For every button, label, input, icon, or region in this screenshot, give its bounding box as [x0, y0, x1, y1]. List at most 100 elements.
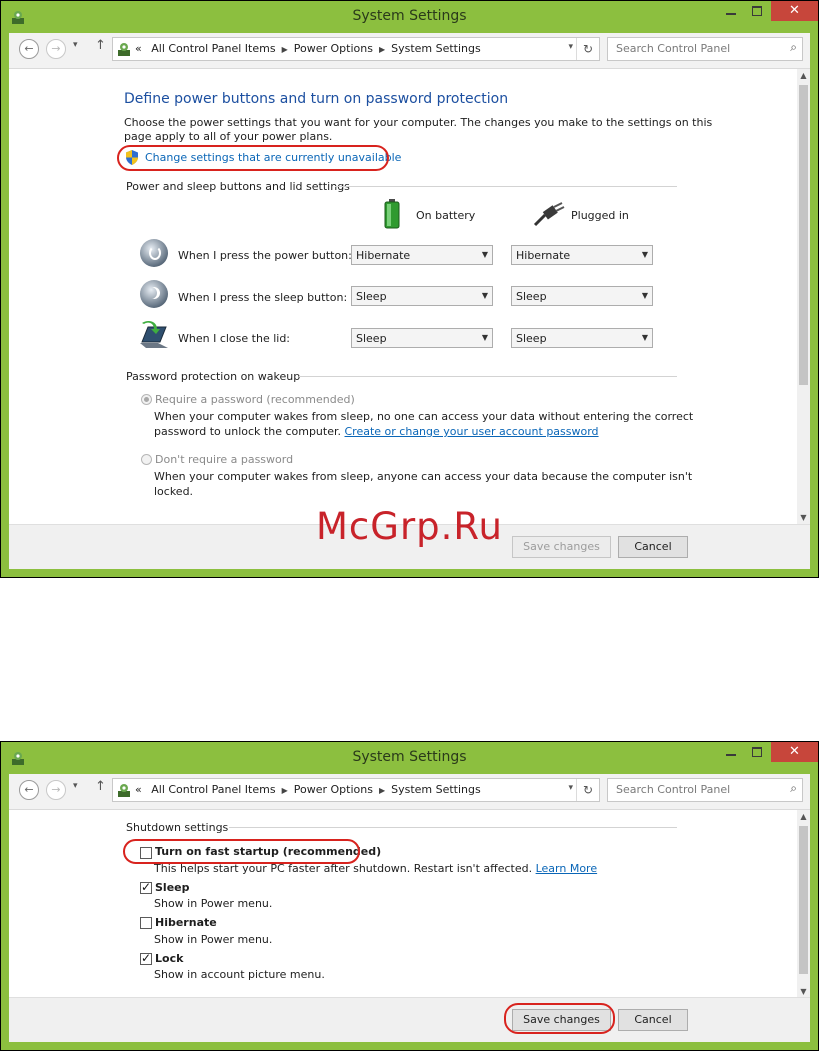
- scroll-up-icon[interactable]: ▲: [797, 812, 810, 821]
- maximize-button[interactable]: [744, 1, 770, 21]
- require-password-radio[interactable]: [141, 394, 152, 405]
- power-button-plugged-in-select[interactable]: Hibernate ▼: [511, 245, 653, 265]
- chevron-down-icon: ▼: [641, 333, 648, 342]
- minimize-button[interactable]: [718, 742, 744, 762]
- up-button[interactable]: ↑: [95, 38, 106, 53]
- breadcrumb-system-settings[interactable]: System Settings: [391, 783, 481, 796]
- sleep-label[interactable]: Sleep: [155, 881, 190, 894]
- up-button[interactable]: ↑: [95, 779, 106, 794]
- hibernate-label[interactable]: Hibernate: [155, 916, 217, 929]
- learn-more-link[interactable]: Learn More: [536, 862, 598, 875]
- dont-require-password-label[interactable]: Don't require a password: [155, 453, 293, 466]
- section-divider: [229, 827, 677, 828]
- cancel-button[interactable]: Cancel: [618, 536, 688, 558]
- back-button[interactable]: ←: [19, 780, 39, 800]
- save-changes-button[interactable]: Save changes: [512, 536, 611, 558]
- sleep-button-on-battery-select[interactable]: Sleep ▼: [351, 286, 493, 306]
- address-history-dropdown-icon[interactable]: ▾: [568, 783, 573, 793]
- breadcrumb-all-control-panel-items[interactable]: All Control Panel Items: [151, 42, 275, 55]
- require-password-desc-line1: When your computer wakes from sleep, no …: [154, 410, 694, 423]
- scrollbar-thumb[interactable]: [799, 826, 808, 974]
- forward-button[interactable]: →: [46, 780, 66, 800]
- dont-require-desc-line1: When your computer wakes from sleep, any…: [154, 470, 693, 483]
- close-lid-plugged-in-select[interactable]: Sleep ▼: [511, 328, 653, 348]
- page-description-line1: Choose the power settings that you want …: [124, 116, 713, 129]
- forward-button[interactable]: →: [46, 39, 66, 59]
- breadcrumb-separator-icon[interactable]: ▶: [379, 45, 385, 54]
- plugged-in-header: Plugged in: [571, 209, 629, 222]
- section-divider: [335, 186, 677, 187]
- page-heading: Define power buttons and turn on passwor…: [124, 91, 509, 107]
- vertical-scrollbar[interactable]: ▲ ▼: [797, 69, 810, 524]
- breadcrumb-overflow[interactable]: «: [135, 42, 142, 55]
- breadcrumb-overflow[interactable]: «: [135, 783, 142, 796]
- sleep-button-label: When I press the sleep button:: [178, 291, 348, 304]
- section-title-shutdown: Shutdown settings: [126, 821, 229, 834]
- breadcrumb-separator-icon[interactable]: ▶: [282, 45, 288, 54]
- title-bar[interactable]: System Settings ✕: [1, 1, 818, 33]
- dialog-footer: Save changes Cancel: [9, 997, 810, 1042]
- minimize-button[interactable]: [718, 1, 744, 21]
- close-lid-on-battery-select[interactable]: Sleep ▼: [351, 328, 493, 348]
- scroll-down-icon[interactable]: ▼: [797, 987, 810, 996]
- refresh-button[interactable]: ↻: [576, 779, 599, 801]
- annotation-circle: [504, 1003, 615, 1034]
- cancel-button[interactable]: Cancel: [618, 1009, 688, 1031]
- close-button[interactable]: ✕: [771, 742, 818, 762]
- dont-require-password-radio[interactable]: [141, 454, 152, 465]
- chevron-down-icon: ▼: [641, 250, 648, 259]
- maximize-button[interactable]: [744, 742, 770, 762]
- content-pane: Define power buttons and turn on passwor…: [9, 69, 797, 524]
- window-client-area: ← → ▾ ↑ « All Control Panel Items ▶ Power …: [9, 33, 810, 569]
- dont-require-desc-line2: locked.: [154, 485, 194, 498]
- navigation-bar: ← → ▾ ↑ « All Control Panel Items ▶ Power …: [9, 774, 810, 810]
- breadcrumb-all-control-panel-items[interactable]: All Control Panel Items: [151, 783, 275, 796]
- search-input[interactable]: Search Control Panel ⌕: [607, 778, 803, 802]
- scroll-down-icon[interactable]: ▼: [797, 513, 810, 522]
- sleep-button-plugged-in-select[interactable]: Sleep ▼: [511, 286, 653, 306]
- search-placeholder: Search Control Panel: [616, 42, 731, 55]
- sleep-button-icon: [140, 280, 168, 308]
- close-button[interactable]: ✕: [771, 1, 818, 21]
- address-bar[interactable]: « All Control Panel Items ▶ Power Options ▶…: [112, 778, 600, 802]
- lock-checkbox[interactable]: [140, 951, 152, 965]
- section-title-power-sleep: Power and sleep buttons and lid settings: [126, 180, 350, 193]
- window-client-area: ← → ▾ ↑ « All Control Panel Items ▶ Power …: [9, 774, 810, 1042]
- recent-locations-dropdown[interactable]: ▾: [73, 40, 78, 50]
- close-lid-label: When I close the lid:: [178, 332, 291, 345]
- sleep-checkbox[interactable]: [140, 880, 152, 894]
- address-history-dropdown-icon[interactable]: ▾: [568, 42, 573, 52]
- content-pane: Shutdown settings Turn on fast startup (…: [9, 810, 797, 998]
- search-input[interactable]: Search Control Panel ⌕: [607, 37, 803, 61]
- breadcrumb-power-options[interactable]: Power Options: [294, 42, 373, 55]
- hibernate-checkbox[interactable]: [140, 917, 152, 929]
- refresh-button[interactable]: ↻: [576, 38, 599, 60]
- title-bar[interactable]: System Settings ✕: [1, 742, 818, 774]
- recent-locations-dropdown[interactable]: ▾: [73, 781, 78, 791]
- breadcrumb-power-options[interactable]: Power Options: [294, 783, 373, 796]
- annotation-circle: [117, 145, 389, 171]
- power-button-on-battery-select[interactable]: Hibernate ▼: [351, 245, 493, 265]
- search-icon[interactable]: ⌕: [790, 781, 797, 796]
- scrollbar-thumb[interactable]: [799, 85, 808, 385]
- scroll-up-icon[interactable]: ▲: [797, 71, 810, 80]
- vertical-scrollbar[interactable]: ▲ ▼: [797, 810, 810, 998]
- power-plug-icon: [533, 202, 565, 227]
- breadcrumb: « All Control Panel Items ▶ Power Options ▶…: [135, 783, 481, 796]
- section-divider: [299, 376, 677, 377]
- system-settings-window-top: System Settings ✕ ← → ▾ ↑ « All Control …: [0, 0, 819, 578]
- create-password-link[interactable]: Create or change your user account passw…: [345, 425, 599, 438]
- address-bar[interactable]: « All Control Panel Items ▶ Power Options ▶…: [112, 37, 600, 61]
- breadcrumb-separator-icon[interactable]: ▶: [282, 786, 288, 795]
- breadcrumb-system-settings[interactable]: System Settings: [391, 42, 481, 55]
- annotation-circle: [123, 839, 360, 864]
- lock-label[interactable]: Lock: [155, 952, 183, 965]
- require-password-label[interactable]: Require a password (recommended): [155, 393, 355, 406]
- breadcrumb: « All Control Panel Items ▶ Power Options ▶…: [135, 42, 481, 55]
- back-button[interactable]: ←: [19, 39, 39, 59]
- breadcrumb-separator-icon[interactable]: ▶: [379, 786, 385, 795]
- search-icon[interactable]: ⌕: [790, 40, 797, 55]
- control-panel-icon: [118, 43, 130, 56]
- power-button-icon: [140, 239, 168, 267]
- section-title-password: Password protection on wakeup: [126, 370, 301, 383]
